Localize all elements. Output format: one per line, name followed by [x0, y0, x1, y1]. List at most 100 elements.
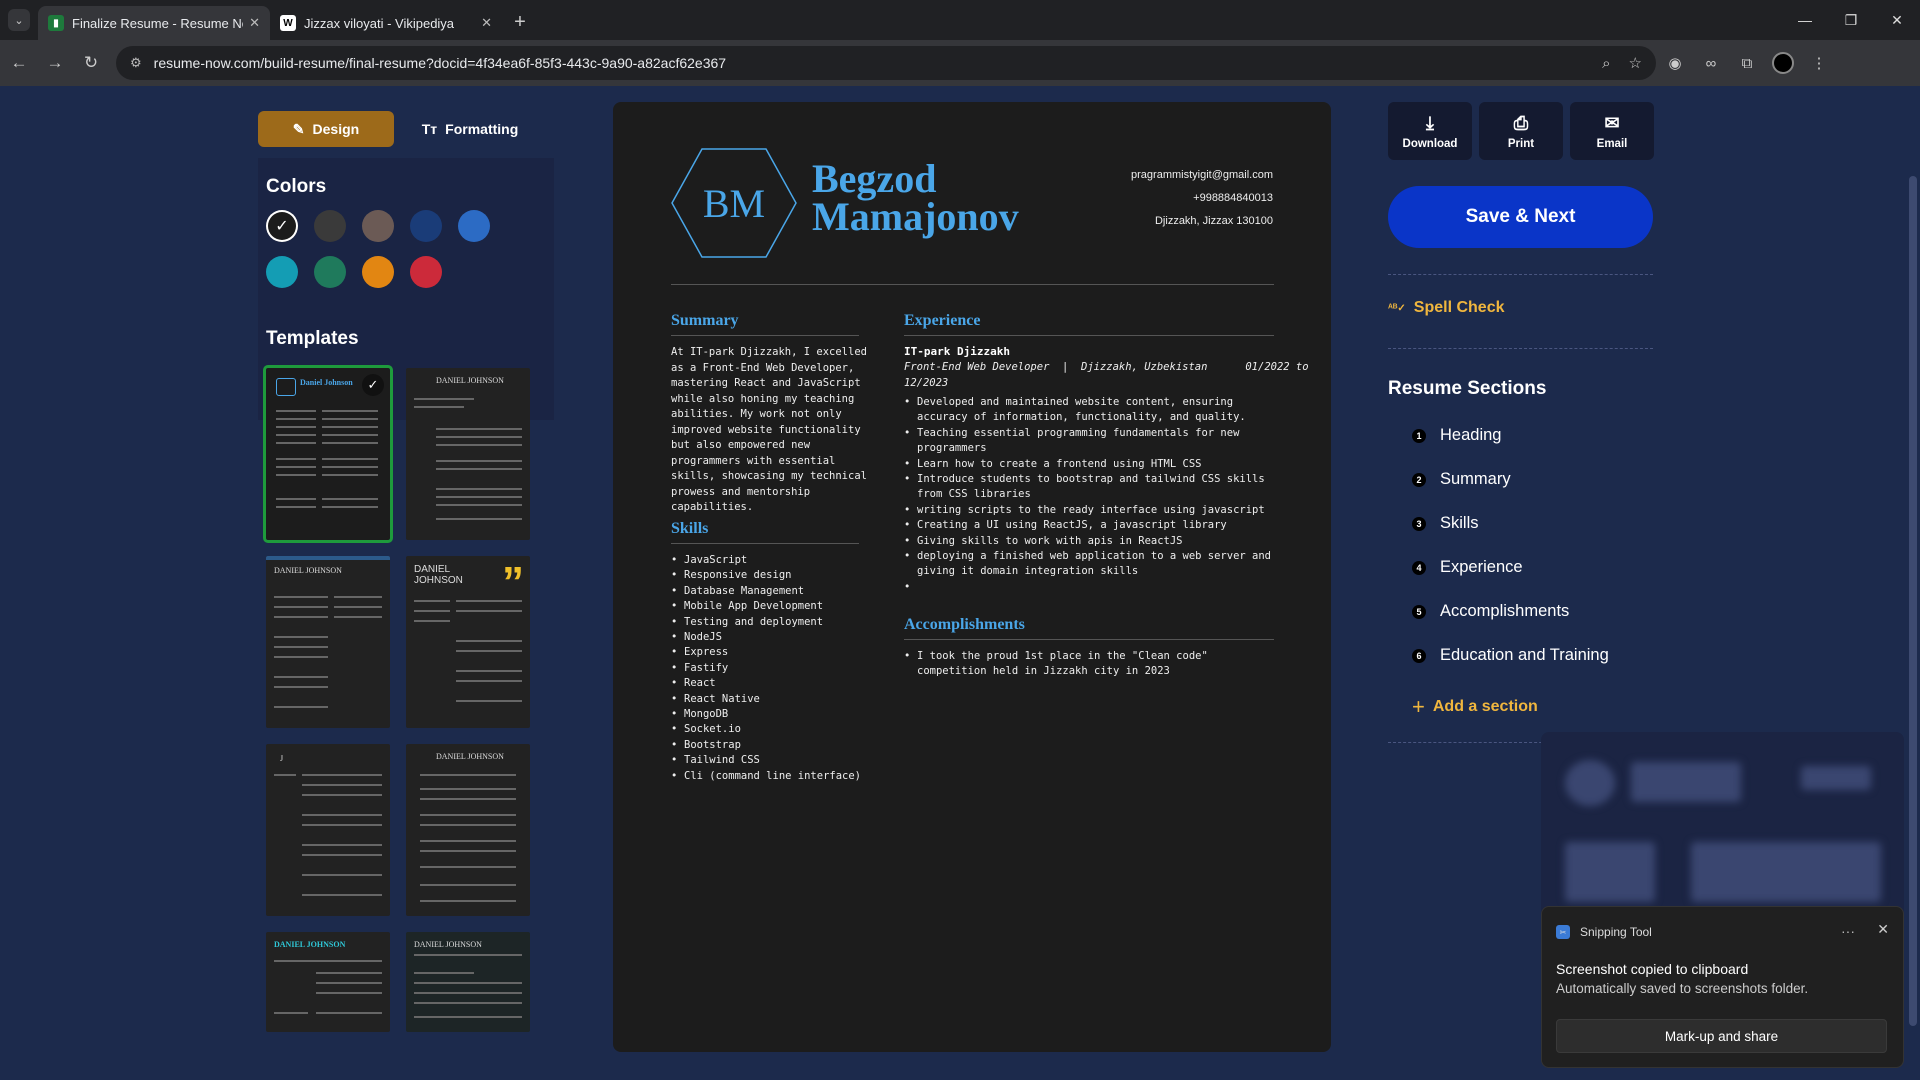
template-line [274, 774, 296, 776]
email-button[interactable]: ✉ Email [1570, 102, 1654, 160]
forward-icon[interactable]: → [38, 46, 72, 80]
close-window-icon[interactable]: ✕ [1874, 0, 1920, 40]
template-line [302, 824, 382, 826]
scrollbar-thumb[interactable] [1909, 176, 1917, 1026]
restore-icon[interactable]: ❐ [1828, 0, 1874, 40]
contact-info[interactable]: pragrammistyigit@gmail.com +998884840013… [1131, 164, 1273, 233]
template-line [414, 954, 522, 956]
color-swatch[interactable] [314, 210, 346, 242]
section-item-accomplishments[interactable]: 5 Accomplishments [1412, 602, 1569, 621]
minimize-icon[interactable]: — [1782, 0, 1828, 40]
color-swatch[interactable] [458, 210, 490, 242]
reload-icon[interactable]: ↻ [74, 46, 108, 80]
profile-avatar[interactable] [1766, 46, 1800, 80]
template-line [436, 488, 522, 490]
color-swatches: ✓ [266, 210, 490, 288]
color-swatch[interactable] [362, 256, 394, 288]
list-item: Creating a UI using ReactJS, a javascrip… [904, 518, 1274, 534]
print-button[interactable]: ⎙ Print [1479, 102, 1563, 160]
template-line [414, 1016, 522, 1018]
spell-check-button[interactable]: ᴬᴮ✓ Spell Check [1388, 299, 1504, 317]
back-icon[interactable]: ← [2, 46, 36, 80]
sidebar-tabs: ✎ Design Tт Formatting [258, 111, 546, 147]
tab-design[interactable]: ✎ Design [258, 111, 394, 147]
job-role-text: Front-End Web Developer | Djizzakh, Uzbe… [904, 361, 1309, 373]
download-button[interactable]: ⤓ Download [1388, 102, 1472, 160]
markup-share-button[interactable]: Mark-up and share [1556, 1019, 1887, 1053]
template-line [276, 418, 316, 420]
section-number: 3 [1412, 516, 1426, 531]
window-controls: — ❐ ✕ [1782, 0, 1920, 40]
zoom-icon[interactable]: ⌕ [1602, 55, 1610, 72]
template-line [322, 474, 378, 476]
template-line [436, 468, 522, 470]
address-bar[interactable]: ⚙ resume-now.com/build-resume/final-resu… [116, 46, 1656, 80]
template-line [420, 814, 516, 816]
template-name: DANIEL JOHNSON [274, 566, 342, 575]
close-tab-icon[interactable]: ✕ [481, 15, 492, 31]
template-thumbnail[interactable]: DANIEL JOHNSON [266, 556, 390, 728]
list-item: Bootstrap [671, 738, 867, 754]
site-info-icon[interactable]: ⚙ [130, 55, 142, 71]
template-line [436, 504, 522, 506]
color-swatch[interactable] [362, 210, 394, 242]
extension-glasses-icon[interactable]: ∞ [1694, 46, 1728, 80]
list-item: JavaScript [671, 553, 867, 569]
add-section-button[interactable]: + Add a section [1412, 694, 1538, 720]
section-item-skills[interactable]: 3 Skills [1412, 514, 1479, 533]
resume-preview: BM Begzod Mamajonov pragrammistyigit@gma… [613, 102, 1331, 1052]
summary-text[interactable]: At IT-park Djizzakh, I excelled as a Fro… [671, 345, 867, 516]
template-thumbnail[interactable]: DANIEL JOHNSON ” [406, 556, 530, 728]
tab-search-icon[interactable]: ⌄ [8, 9, 30, 31]
template-thumbnail[interactable]: DANIEL JOHNSON [266, 932, 390, 1032]
save-next-button[interactable]: Save & Next [1388, 186, 1653, 248]
template-thumbnail[interactable]: DANIEL JOHNSON [406, 368, 530, 540]
tab-title: Jizzax viloyati - Vikipediya [304, 15, 455, 31]
template-line [274, 706, 328, 708]
browser-tab-wikipedia[interactable]: W Jizzax viloyati - Vikipediya ✕ [270, 6, 502, 40]
section-item-education[interactable]: 6 Education and Training [1412, 646, 1609, 665]
section-item-summary[interactable]: 2 Summary [1412, 470, 1511, 489]
template-thumbnail[interactable]: DANIEL JOHNSON [406, 744, 530, 916]
resume-name[interactable]: Begzod Mamajonov [812, 159, 1019, 237]
list-item: Tailwind CSS [671, 753, 867, 769]
browser-tab-resume-now[interactable]: ▮ Finalize Resume - Resume Now ✕ [38, 6, 270, 40]
template-line [322, 506, 378, 508]
new-tab-icon[interactable]: + [506, 8, 534, 36]
experience-list[interactable]: Developed and maintained website content… [904, 395, 1274, 595]
skills-list[interactable]: JavaScriptResponsive designDatabase Mana… [671, 553, 867, 785]
color-swatch[interactable]: ✓ [266, 210, 298, 242]
close-tab-icon[interactable]: ✕ [249, 15, 260, 31]
accomplishments-list[interactable]: I took the proud 1st place in the "Clean… [904, 649, 1274, 680]
list-item: writing scripts to the ready interface u… [904, 503, 1274, 519]
color-swatch[interactable] [410, 256, 442, 288]
extension-g-icon[interactable]: ◉ [1658, 46, 1692, 80]
list-item: Socket.io [671, 722, 867, 738]
template-line [456, 650, 522, 652]
extensions-puzzle-icon[interactable]: ⧉ [1730, 46, 1764, 80]
text-format-icon: Tт [421, 121, 438, 137]
template-line [274, 646, 328, 648]
color-swatch[interactable] [410, 210, 442, 242]
template-thumbnail[interactable]: Daniel Johnson ✓ [263, 365, 393, 543]
page-scrollbar[interactable] [1906, 86, 1920, 1080]
more-options-icon[interactable]: ··· [1841, 923, 1855, 939]
templates-heading: Templates [266, 328, 359, 349]
color-swatch[interactable] [266, 256, 298, 288]
browser-menu-icon[interactable]: ⋮ [1802, 46, 1836, 80]
bookmark-star-icon[interactable]: ☆ [1629, 54, 1642, 72]
template-line [274, 676, 328, 678]
template-line [420, 798, 516, 800]
printer-icon: ⎙ [1513, 112, 1529, 133]
tab-formatting[interactable]: Tт Formatting [402, 111, 538, 147]
section-item-experience[interactable]: 4 Experience [1412, 558, 1523, 577]
template-thumbnail[interactable]: DANIEL JOHNSON [406, 932, 530, 1032]
blur-shape [1631, 762, 1741, 802]
template-line [456, 610, 522, 612]
close-icon[interactable]: ✕ [1877, 921, 1889, 938]
template-thumbnail[interactable]: J [266, 744, 390, 916]
color-swatch[interactable] [314, 256, 346, 288]
blur-shape [1691, 842, 1881, 902]
section-item-heading[interactable]: 1 Heading [1412, 426, 1501, 445]
section-label: Experience [1440, 558, 1523, 576]
